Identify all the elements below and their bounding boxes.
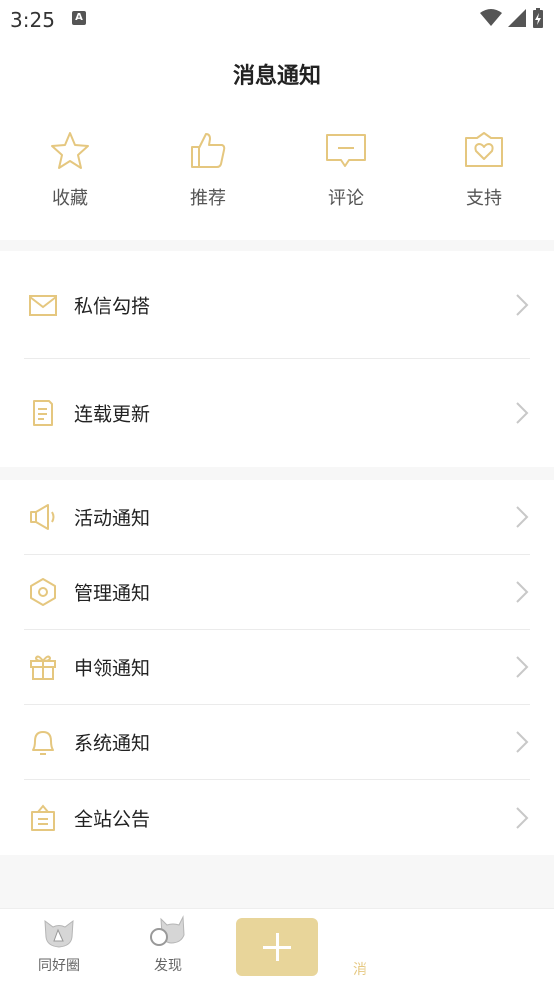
speaker-icon	[30, 504, 55, 530]
notification-group: 活动通知 管理通知 申领通知 系统通知 全站公告	[0, 480, 554, 855]
quick-label: 推荐	[190, 188, 226, 209]
quick-actions: 收藏 推荐 评论 支持	[0, 130, 554, 220]
tab-fade-overlay	[364, 909, 554, 984]
quick-favorites[interactable]: 收藏	[20, 130, 120, 220]
quick-label: 支持	[466, 188, 502, 209]
message-group: 私信勾搭 连载更新	[0, 251, 554, 467]
status-icons	[480, 8, 544, 28]
tab-discover[interactable]: 发现	[128, 913, 208, 975]
chevron-right-icon	[516, 731, 529, 753]
page-title: 消息通知	[232, 64, 321, 89]
cat-magnifier-icon	[150, 915, 185, 946]
wifi-icon	[480, 9, 502, 26]
thumbs-up-icon	[191, 133, 226, 168]
chevron-right-icon	[516, 581, 529, 603]
row-private-messages[interactable]: 私信勾搭	[24, 251, 530, 359]
quick-comments[interactable]: 评论	[296, 130, 396, 220]
tab-label: 同好圈	[38, 958, 80, 974]
star-icon	[51, 132, 89, 169]
chevron-right-icon	[516, 293, 529, 316]
battery-icon	[533, 8, 543, 28]
notice-board-icon	[31, 803, 55, 831]
quick-label: 评论	[328, 188, 364, 209]
chevron-right-icon	[516, 656, 529, 678]
quick-recommend[interactable]: 推荐	[158, 130, 258, 220]
notification-a-icon: A	[72, 11, 86, 25]
comment-icon	[326, 134, 366, 167]
signal-icon	[508, 9, 526, 27]
header: 消息通知 收藏 推荐 评论 支持	[0, 40, 554, 240]
heart-box-icon	[465, 132, 503, 167]
cat-head-icon	[44, 919, 74, 948]
add-button[interactable]	[236, 918, 318, 976]
row-claim[interactable]: 申领通知	[24, 630, 530, 705]
row-label: 私信勾搭	[74, 295, 151, 317]
book-icon	[33, 400, 53, 426]
gift-icon	[30, 655, 56, 680]
row-label: 系统通知	[74, 732, 151, 755]
row-serial-updates[interactable]: 连载更新	[24, 359, 530, 467]
row-label: 连载更新	[74, 403, 151, 426]
hexagon-icon	[30, 578, 56, 606]
row-activity[interactable]: 活动通知	[24, 480, 530, 555]
row-system[interactable]: 系统通知	[24, 705, 530, 780]
quick-support[interactable]: 支持	[434, 130, 534, 220]
chevron-right-icon	[516, 806, 529, 829]
tab-label: 发现	[154, 958, 182, 974]
chevron-right-icon	[516, 506, 529, 528]
bottom-tab-bar: 同好圈 发现 消	[0, 908, 554, 984]
tab-community[interactable]: 同好圈	[19, 913, 99, 975]
quick-label: 收藏	[52, 188, 88, 209]
status-time: 3:25	[10, 8, 55, 32]
row-label: 活动通知	[74, 507, 151, 530]
row-label: 申领通知	[74, 657, 151, 680]
chevron-right-icon	[516, 402, 529, 424]
row-label: 全站公告	[74, 808, 151, 830]
row-announcement[interactable]: 全站公告	[24, 780, 530, 855]
mail-icon	[29, 294, 57, 316]
row-admin[interactable]: 管理通知	[24, 555, 530, 630]
status-bar: 3:25 A	[0, 0, 554, 40]
bell-icon	[32, 731, 54, 755]
row-label: 管理通知	[74, 582, 151, 605]
